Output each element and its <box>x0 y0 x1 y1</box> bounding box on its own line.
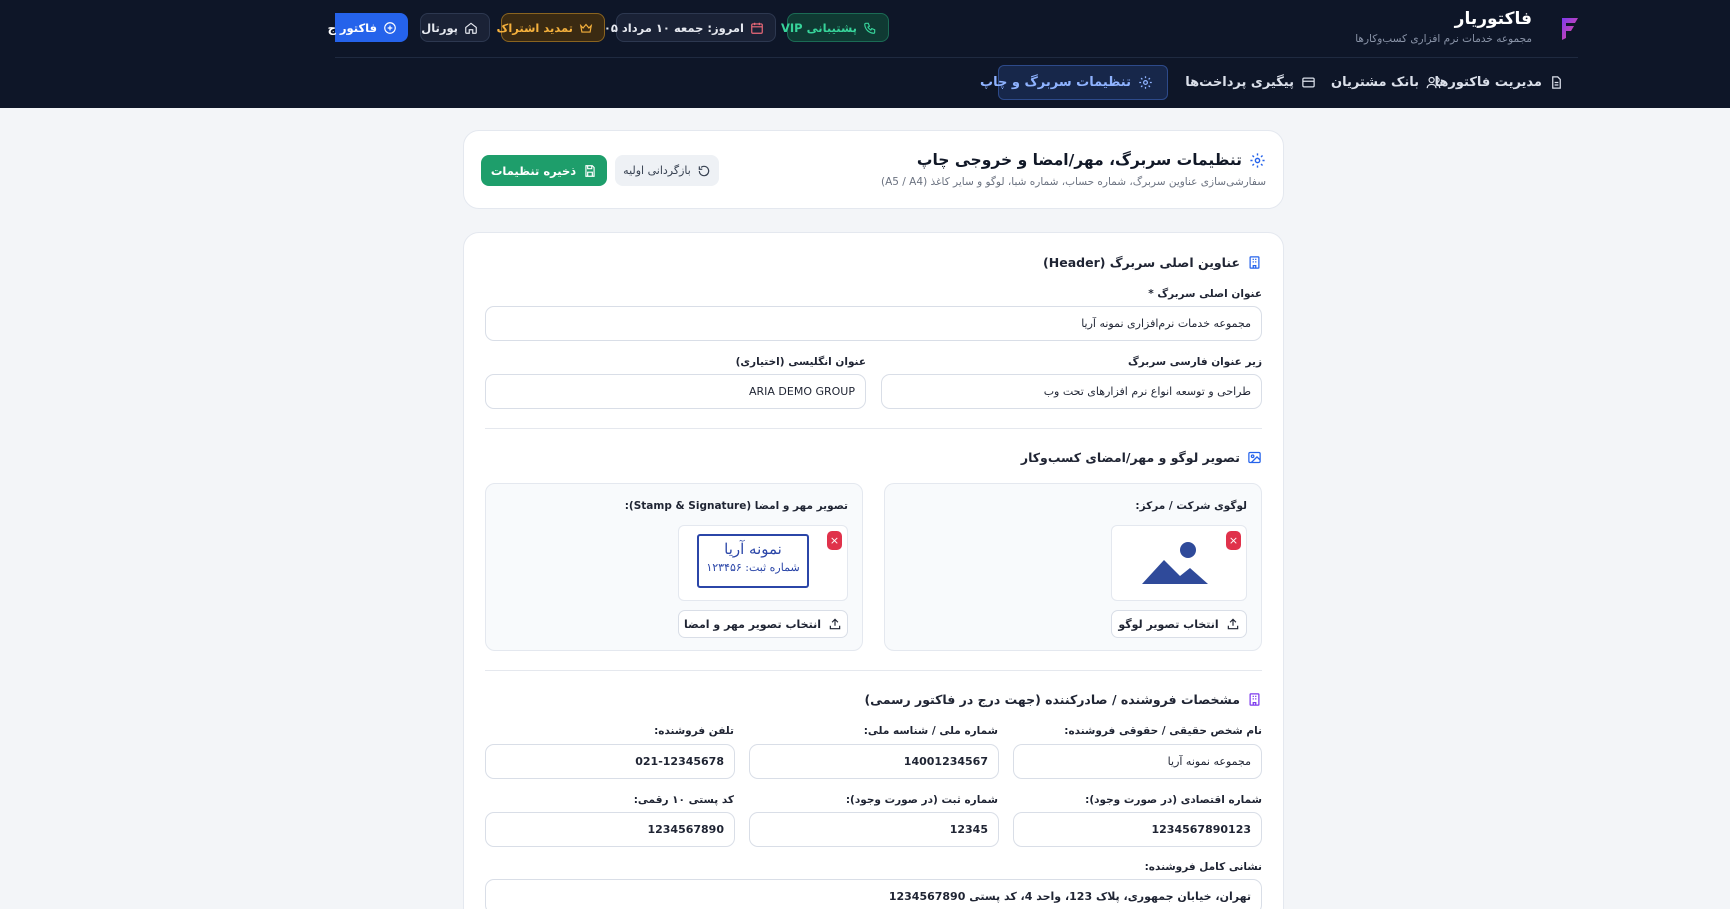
nav-print-settings[interactable]: تنظیمات سربرگ و چاپ <box>980 65 1168 100</box>
seller-name-label: نام شخص حقیقی / حقوقی فروشنده: <box>1064 725 1262 737</box>
plus-circle-icon <box>384 21 396 34</box>
upload-icon <box>1227 618 1238 630</box>
stamp-upload-box: تصویر مهر و امضا (Stamp & Signature): نم… <box>485 483 863 651</box>
remove-logo-button[interactable]: × <box>1226 531 1241 550</box>
section-divider <box>485 670 1262 671</box>
seller-phone-label: تلفن فروشنده: <box>654 725 734 737</box>
upload-icon <box>829 618 841 630</box>
image-icon <box>1248 451 1261 464</box>
economic-code-label: شماره اقتصادی (در صورت وجود): <box>1085 794 1262 806</box>
stamp-line-2: شماره ثبت: ۱۲۳۴۵۶ <box>706 561 800 574</box>
brand-title: فاکتوریار <box>1454 9 1532 29</box>
national-id-label: شماره ملی / شناسه ملی: <box>863 725 998 737</box>
card-icon <box>1302 77 1315 88</box>
header-section-title-text: عناوین اصلی سربرگ (Header) <box>1043 255 1240 270</box>
date-label: امروز: جمعه ۱۰ مرداد ۱۴۰۵ <box>590 20 744 35</box>
logo-section-title: تصویر لوگو و مهر/امضای کسب‌وکار <box>1021 450 1262 465</box>
brand[interactable]: فاکتوریار مجموعه خدمات نرم افزاری کسب‌وک… <box>1320 9 1580 49</box>
stamp-image: نمونه آریا شماره ثبت: ۱۲۳۴۵۶ <box>697 534 809 588</box>
vip-support-button[interactable]: پشتیبانی VIP <box>781 13 889 42</box>
nav-customers-label: بانک مشتریان <box>1330 75 1419 90</box>
choose-logo-label: انتخاب تصویر لوگو <box>1118 617 1219 631</box>
national-id-input[interactable] <box>749 744 999 779</box>
nav-invoices[interactable]: مدیریت فاکتورها <box>1435 65 1578 100</box>
logo-preview: × <box>1111 525 1247 601</box>
vip-label: پشتیبانی VIP <box>781 20 857 35</box>
remove-stamp-button[interactable]: × <box>827 531 842 550</box>
seller-section-title-text: مشخصات فروشنده / صادرکننده (جهت درج در ف… <box>864 692 1240 707</box>
section-divider <box>485 428 1262 429</box>
seller-phone-input[interactable] <box>485 744 735 779</box>
postal-code-label: کد پستی ۱۰ رقمی: <box>633 794 734 806</box>
header-divider <box>335 57 1578 58</box>
brand-subtitle: مجموعه خدمات نرم افزاری کسب‌وکارها <box>1355 33 1532 45</box>
reset-icon <box>698 165 710 176</box>
logo-section-title-text: تصویر لوگو و مهر/امضای کسب‌وکار <box>1020 450 1240 465</box>
main-title-input[interactable] <box>485 306 1262 341</box>
save-button[interactable]: ذخیره تنظیمات <box>481 155 607 186</box>
renew-label: تمدید اشتراک <box>496 20 573 35</box>
phone-icon <box>864 22 876 34</box>
main-title-label: عنوان اصلی سربرگ * <box>1148 288 1262 300</box>
crown-icon <box>579 23 593 33</box>
postal-code-input[interactable] <box>485 812 735 847</box>
fa-subtitle-input[interactable] <box>881 374 1262 409</box>
today-date-badge: امروز: جمعه ۱۰ مرداد ۱۴۰۵ <box>590 13 776 42</box>
choose-logo-button[interactable]: انتخاب تصویر لوگو <box>1111 610 1247 638</box>
save-label: ذخیره تنظیمات <box>490 163 577 178</box>
choose-stamp-label: انتخاب تصویر مهر و امضا <box>684 617 821 631</box>
renew-subscription-button[interactable]: تمدید اشتراک <box>497 13 605 42</box>
new-invoice-button[interactable]: فاکتور ج <box>328 13 408 42</box>
new-invoice-label: فاکتور ج <box>327 20 377 35</box>
reset-label: بازگردانی اولیه <box>623 164 691 177</box>
page-title-text: تنظیمات سربرگ، مهر/امضا و خروجی چاپ <box>916 151 1242 169</box>
page-header-card: تنظیمات سربرگ، مهر/امضا و خروجی چاپ سفار… <box>463 130 1284 209</box>
logo-upload-box: لوگوی شرکت / مرکز: × انتخاب تصویر لوگو <box>884 483 1262 651</box>
logo-label: لوگوی شرکت / مرکز: <box>1135 500 1247 512</box>
save-icon <box>585 164 595 177</box>
stamp-preview: نمونه آریا شماره ثبت: ۱۲۳۴۵۶ × <box>678 525 848 601</box>
page-title: تنظیمات سربرگ، مهر/امضا و خروجی چاپ <box>917 151 1266 169</box>
users-icon <box>1426 76 1441 89</box>
reset-button[interactable]: بازگردانی اولیه <box>615 155 719 186</box>
choose-stamp-button[interactable]: انتخاب تصویر مهر و امضا <box>678 610 848 638</box>
portal-label: پورتال <box>421 20 458 35</box>
economic-code-input[interactable] <box>1013 812 1262 847</box>
stamp-label: تصویر مهر و امضا (Stamp & Signature): <box>624 500 848 512</box>
seller-address-input[interactable] <box>485 879 1262 909</box>
app-logo-icon <box>1562 18 1578 40</box>
page-subtitle: سفارشی‌سازی عناوین سربرگ، شماره حساب، شم… <box>881 176 1266 188</box>
stamp-line-1: نمونه آریا <box>724 540 782 558</box>
calendar-icon <box>751 22 763 34</box>
seller-name-input[interactable] <box>1013 744 1262 779</box>
settings-form-card: عناوین اصلی سربرگ (Header) عنوان اصلی سر… <box>463 232 1284 909</box>
nav-print-settings-label: تنظیمات سربرگ و چاپ <box>980 75 1131 90</box>
seller-section-title: مشخصات فروشنده / صادرکننده (جهت درج در ف… <box>864 692 1262 707</box>
gear-icon <box>1139 76 1152 89</box>
nav-payments-label: پیگیری پرداخت‌ها <box>1185 75 1294 90</box>
header-section-title: عناوین اصلی سربرگ (Header) <box>1043 255 1262 270</box>
top-header: فاکتوریار مجموعه خدمات نرم افزاری کسب‌وک… <box>0 0 1730 108</box>
seller-address-label: نشانی کامل فروشنده: <box>1144 861 1262 873</box>
portal-button[interactable]: پورتال <box>420 13 490 42</box>
registration-number-label: شماره ثبت (در صورت وجود): <box>845 794 998 806</box>
fa-subtitle-label: زیر عنوان فارسی سربرگ <box>1128 356 1262 368</box>
registration-number-input[interactable] <box>749 812 999 847</box>
home-icon <box>465 22 477 34</box>
document-icon <box>1552 76 1561 89</box>
building-icon <box>1249 256 1260 269</box>
nav-customers[interactable]: بانک مشتریان <box>1320 65 1455 100</box>
nav-payments[interactable]: پیگیری پرداخت‌ها <box>1180 65 1330 100</box>
building-icon <box>1249 693 1260 706</box>
en-title-label: عنوان انگلیسی (اختیاری) <box>735 356 866 368</box>
gear-icon <box>1250 152 1265 168</box>
en-title-input[interactable] <box>485 374 866 409</box>
